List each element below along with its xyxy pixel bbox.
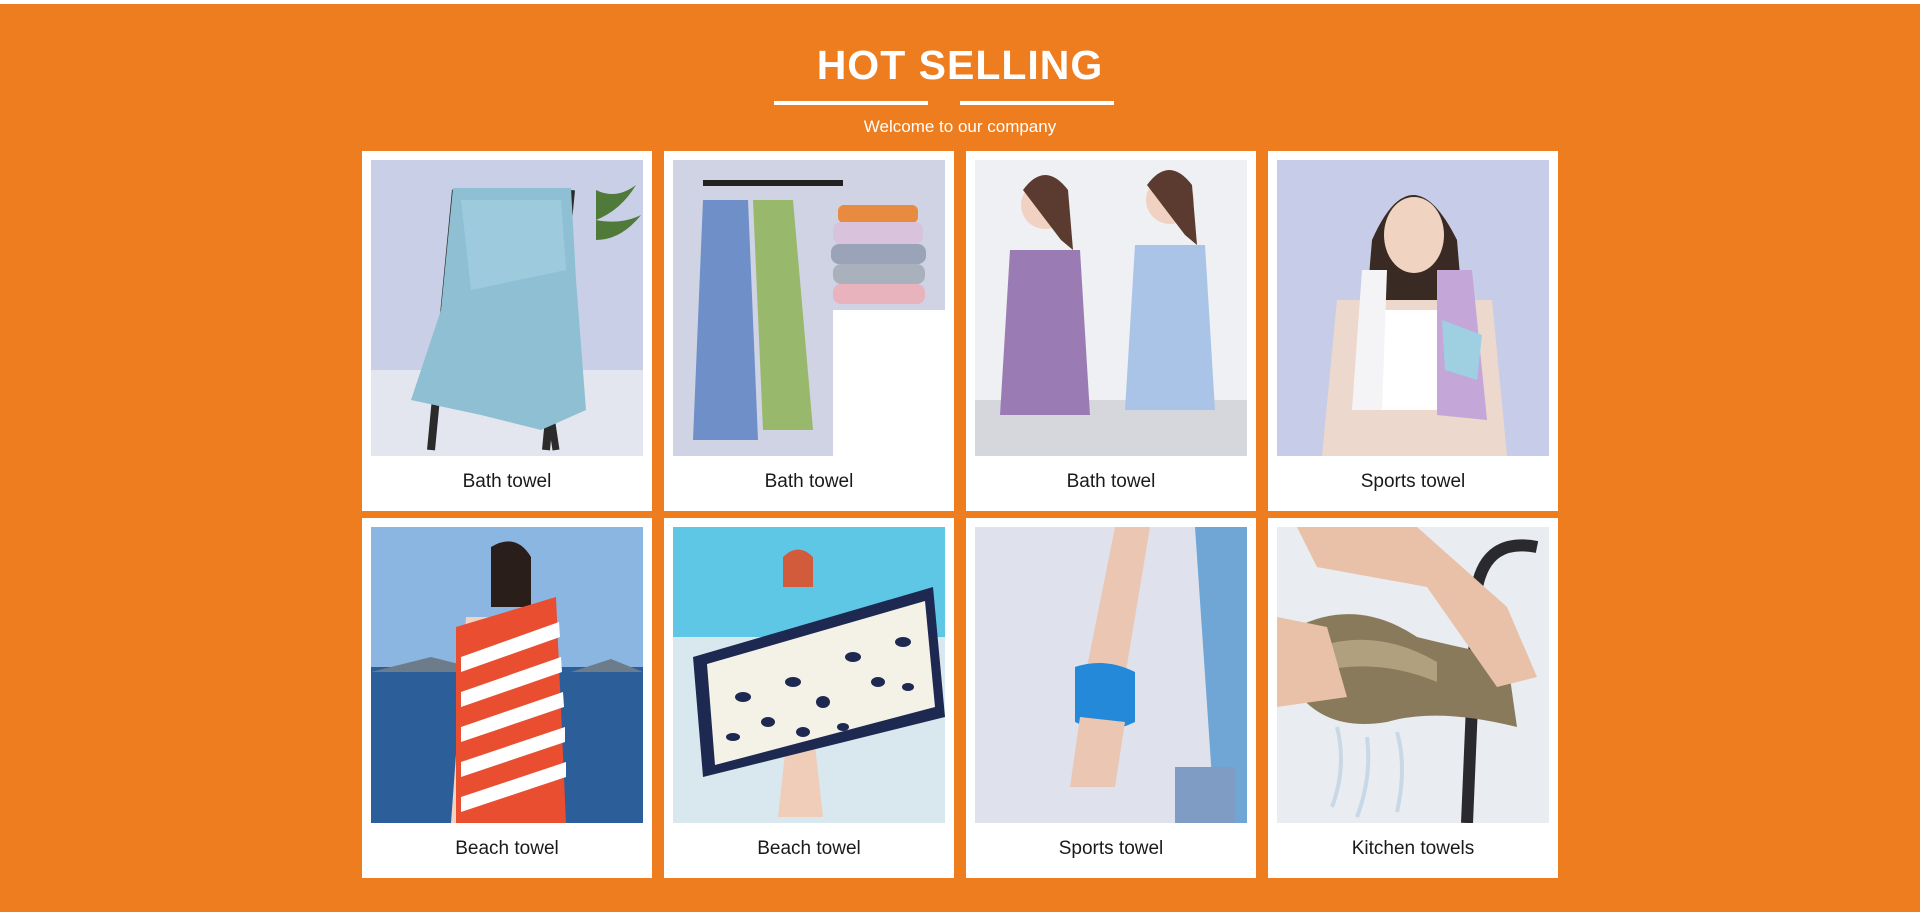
- product-label: Bath towel: [1066, 471, 1156, 492]
- product-label: Beach towel: [757, 838, 861, 859]
- product-label: Bath towel: [462, 471, 552, 492]
- product-image-6[interactable]: [673, 527, 945, 823]
- product-label: Sports towel: [1360, 471, 1466, 492]
- product-image-2[interactable]: [673, 160, 945, 456]
- product-card-kitchen-towels[interactable]: Kitchen towels: [1268, 518, 1558, 878]
- product-label: Bath towel: [764, 471, 854, 492]
- product-card-bath-towel-2[interactable]: Bath towel: [664, 151, 954, 511]
- product-card-beach-towel-1[interactable]: Beach towel: [362, 518, 652, 878]
- product-image-3[interactable]: [975, 160, 1247, 456]
- product-card-sports-towel-2[interactable]: Sports towel: [966, 518, 1256, 878]
- product-image-5[interactable]: [371, 527, 643, 823]
- title-divider-left: [774, 101, 928, 105]
- product-card-sports-towel-1[interactable]: Sports towel: [1268, 151, 1558, 511]
- product-label: Beach towel: [455, 838, 559, 859]
- product-card-beach-towel-2[interactable]: Beach towel: [664, 518, 954, 878]
- product-image-8[interactable]: [1277, 527, 1549, 823]
- product-image-1[interactable]: [371, 160, 643, 456]
- product-image-4[interactable]: [1277, 160, 1549, 456]
- section-subtitle: Welcome to our company: [863, 117, 1057, 136]
- product-card-bath-towel-1[interactable]: Bath towel: [362, 151, 652, 511]
- product-card-bath-towel-3[interactable]: Bath towel: [966, 151, 1256, 511]
- product-image-7[interactable]: [975, 527, 1247, 823]
- hot-selling-banner: HOT SELLING Welcome to our company Bath …: [0, 4, 1920, 912]
- section-title: HOT SELLING: [816, 42, 1104, 88]
- product-label: Sports towel: [1058, 838, 1164, 859]
- title-divider-right: [960, 101, 1114, 105]
- product-label: Kitchen towels: [1351, 838, 1475, 859]
- product-grid: Bath towel Bath towel Bath towel Sports …: [362, 151, 1558, 878]
